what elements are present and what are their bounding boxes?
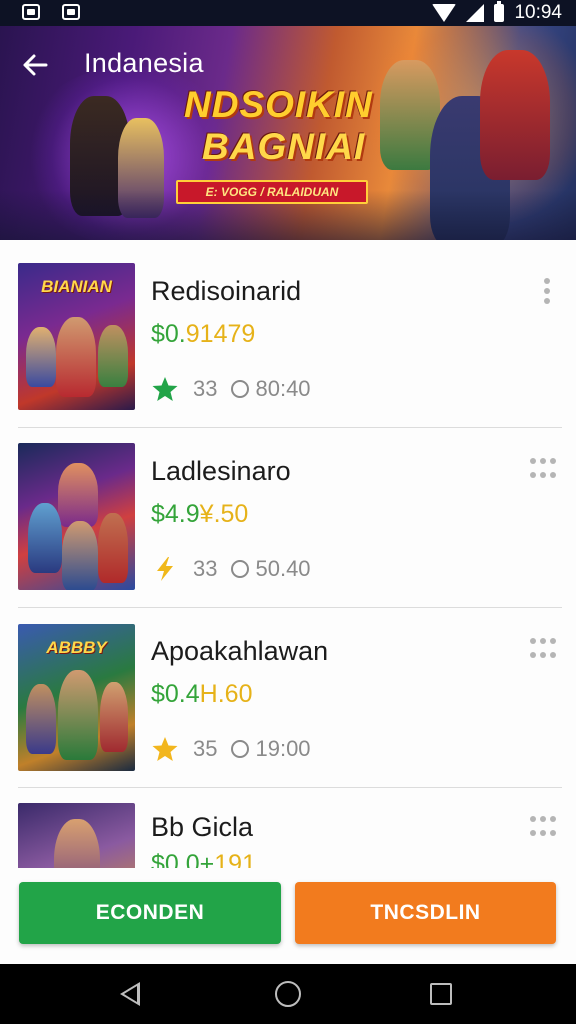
game-price: $0.4H.60	[151, 680, 253, 708]
game-logo-line2: BAGNIAI	[202, 126, 366, 167]
nav-recents-icon[interactable]	[430, 983, 452, 1005]
game-meta: 33 50.40	[151, 555, 311, 583]
game-thumbnail[interactable]: ABBBY	[18, 624, 135, 771]
players-icon	[231, 380, 250, 398]
more-options-icon[interactable]	[528, 638, 558, 662]
player-count: 80:40	[255, 376, 311, 401]
clock: 10:94	[514, 2, 562, 23]
game-price: $0 0+191	[151, 850, 256, 868]
back-arrow-icon[interactable]	[20, 50, 50, 80]
more-options-icon[interactable]	[544, 278, 552, 304]
battery-icon	[494, 1, 505, 22]
game-thumbnail[interactable]	[18, 803, 135, 868]
hero-figure	[480, 50, 550, 180]
green-star-icon	[152, 377, 178, 401]
game-name: Apoakahlawan	[151, 636, 329, 666]
nav-back-icon[interactable]	[120, 982, 140, 1006]
game-price: $4.9¥.50	[151, 500, 249, 528]
game-thumbnail[interactable]: BIANIAN	[18, 263, 135, 410]
page-title: Indanesia	[84, 48, 204, 78]
banner-ribbon: E: VOGG / RALAIDUAN	[176, 180, 368, 204]
game-name: Ladlesinaro	[151, 456, 291, 486]
players-icon	[231, 560, 250, 578]
gold-star-icon	[152, 737, 178, 761]
game-name: Redisoinarid	[151, 276, 302, 306]
game-list: BIANIAN Redisoinarid $0.91479 33 80:40 L…	[0, 240, 576, 868]
image-notification-icon	[62, 4, 80, 20]
primary-action-button[interactable]: ECONDEN	[19, 882, 281, 944]
rating-count: 33	[193, 376, 218, 401]
list-item[interactable]: ABBBY Apoakahlawan $0.4H.60 35 19:00	[0, 608, 576, 788]
players-icon	[231, 740, 250, 758]
more-options-icon[interactable]	[528, 458, 558, 482]
game-meta: 35 19:00	[151, 735, 311, 763]
game-meta: 33 80:40	[151, 375, 311, 403]
list-item[interactable]: Bb Gicla $0 0+191	[0, 788, 576, 868]
wifi-icon	[432, 4, 457, 22]
lightning-icon	[157, 557, 173, 581]
player-count: 19:00	[255, 736, 311, 761]
list-item[interactable]: Ladlesinaro $4.9¥.50 33 50.40	[0, 428, 576, 608]
more-options-icon[interactable]	[528, 816, 558, 840]
secondary-action-button[interactable]: TNCSDLIN	[295, 882, 556, 944]
nav-home-icon[interactable]	[275, 981, 301, 1007]
list-item[interactable]: BIANIAN Redisoinarid $0.91479 33 80:40	[0, 248, 576, 428]
game-name: Bb Gicla	[151, 812, 254, 842]
game-thumbnail[interactable]	[18, 443, 135, 590]
rating-count: 35	[193, 736, 218, 761]
system-nav-bar	[0, 964, 576, 1024]
player-count: 50.40	[255, 556, 311, 581]
rating-count: 33	[193, 556, 218, 581]
game-logo-line1: NDSOIKIN	[184, 84, 373, 125]
status-bar: 10:94	[0, 0, 576, 26]
game-price: $0.91479	[151, 320, 256, 348]
notification-icon	[22, 4, 40, 20]
header-banner: Indanesia NDSOIKIN BAGNIAI E: VOGG / RAL…	[0, 26, 576, 240]
signal-icon	[466, 4, 485, 22]
